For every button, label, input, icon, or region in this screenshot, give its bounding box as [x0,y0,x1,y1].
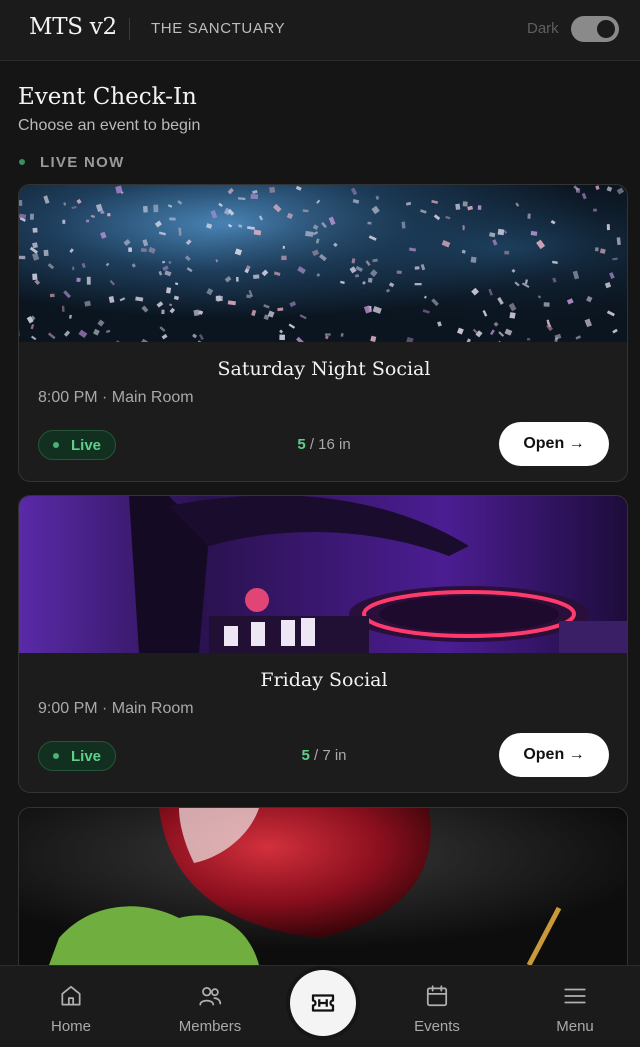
members-icon [199,987,222,1006]
nav-members[interactable]: Members [150,966,270,1047]
section-label-live-now: LIVE NOW [40,154,125,171]
checkin-scan-button[interactable] [290,970,356,1036]
nav-events[interactable]: Events [377,966,497,1047]
open-event-button[interactable]: Open → [499,733,609,777]
nav-home[interactable]: Home [11,966,131,1047]
checkin-count: 5 / 16 in [279,436,369,453]
calendar-icon [426,985,448,1007]
theme-label: Dark [527,20,559,37]
menu-icon [564,988,586,1004]
live-indicator-dot [19,159,25,165]
page-title: Event Check-In [18,84,197,110]
event-title: Saturday Night Social [217,358,431,380]
top-bar: MTS v2 THE SANCTUARY Dark [0,0,640,61]
event-card[interactable]: Saturday Night Social 8:00 PM · Main Roo… [18,184,628,482]
open-event-button[interactable]: Open → [499,422,609,466]
event-image-confetti [19,185,627,342]
nav-menu[interactable]: Menu [515,966,635,1047]
status-dot [53,442,59,448]
event-image-dj [19,496,627,653]
app-logo[interactable]: MTS v2 [29,14,117,40]
capacity-text: / 16 in [305,436,351,453]
nav-label-events: Events [414,1018,460,1035]
checkin-count: 5 / 7 in [279,747,369,764]
status-dot [53,753,59,759]
home-icon [61,985,81,1006]
event-time-location: 9:00 PM · Main Room [38,700,194,717]
dark-mode-toggle[interactable] [571,16,619,42]
live-status-badge: Live [38,741,117,771]
event-time-location: 8:00 PM · Main Room [38,389,194,406]
venue-name: THE SANCTUARY [151,20,286,37]
status-text: Live [71,436,102,454]
nav-label-menu: Menu [556,1018,594,1035]
event-card[interactable]: Friday Social 9:00 PM · Main Room Live 5… [18,495,628,793]
ticket-icon [311,994,335,1012]
status-text: Live [71,747,102,765]
toggle-knob [597,20,615,38]
live-status-badge: Live [38,430,117,460]
nav-label-home: Home [50,1018,91,1035]
capacity-text: / 7 in [309,747,347,764]
checked-in-number: 5 [297,436,306,453]
event-image-wine [19,808,627,965]
nav-label-members: Members [178,1018,242,1035]
page-subtitle: Choose an event to begin [18,117,201,134]
event-title: Friday Social [260,669,388,691]
header-divider [129,18,130,40]
checked-in-number: 5 [301,747,310,764]
